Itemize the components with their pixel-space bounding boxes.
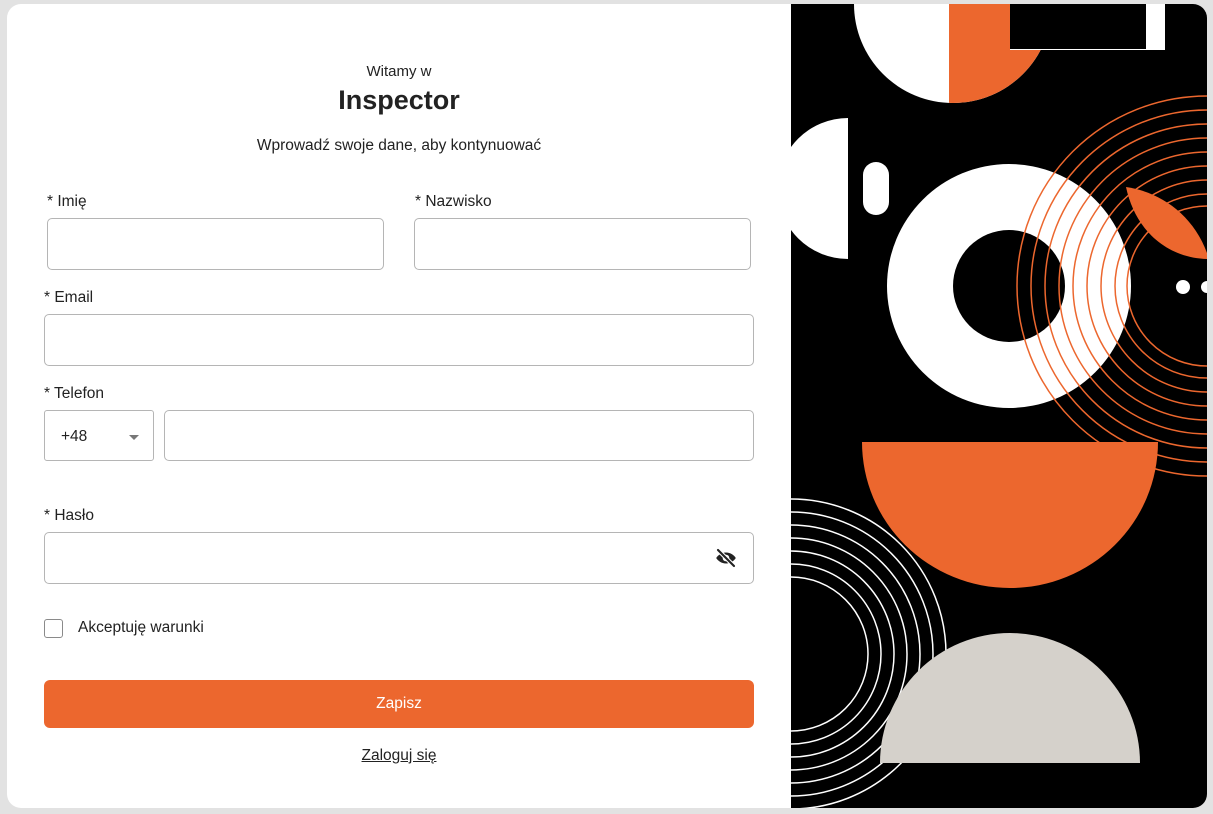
- beige-dome-shape: [880, 633, 1140, 763]
- orange-half-circle: [862, 442, 1158, 588]
- password-field[interactable]: [44, 532, 754, 584]
- top-circle-shape: [854, 4, 1165, 103]
- login-link-row: Zaloguj się: [7, 747, 791, 765]
- first-name-field[interactable]: [47, 218, 384, 270]
- terms-label: Akceptuję warunki: [78, 619, 204, 636]
- terms-checkbox[interactable]: [44, 619, 63, 638]
- app-title: Inspector: [338, 85, 460, 115]
- eye-slash-icon[interactable]: [714, 546, 738, 570]
- white-dot: [1176, 280, 1190, 294]
- decorative-art-panel: [791, 4, 1207, 808]
- country-code-value: +48: [61, 428, 88, 445]
- welcome-text: Witamy w: [366, 63, 432, 80]
- submit-button[interactable]: Zapisz: [44, 680, 754, 728]
- left-half-circle: [791, 118, 848, 259]
- pill-shape: [863, 162, 889, 215]
- orange-leaf-shape: [1126, 187, 1207, 259]
- last-name-field[interactable]: [414, 218, 751, 270]
- registration-form-panel: Witamy w Inspector Wprowadź swoje dane, …: [7, 4, 791, 808]
- geometric-illustration: [791, 4, 1207, 808]
- country-code-select[interactable]: +48: [44, 410, 154, 461]
- form-subtitle: Wprowadź swoje dane, aby kontynuować: [256, 137, 542, 154]
- email-label: * Email: [44, 289, 94, 306]
- last-name-label: * Nazwisko: [415, 193, 492, 210]
- login-link[interactable]: Zaloguj się: [362, 747, 437, 764]
- phone-label: * Telefon: [44, 385, 105, 402]
- white-dot: [1201, 281, 1207, 293]
- chevron-down-icon: [129, 435, 139, 440]
- first-name-label: * Imię: [47, 193, 87, 210]
- email-field[interactable]: [44, 314, 754, 366]
- password-label: * Hasło: [44, 507, 94, 524]
- phone-field[interactable]: [164, 410, 754, 461]
- register-card: Witamy w Inspector Wprowadź swoje dane, …: [7, 4, 1207, 808]
